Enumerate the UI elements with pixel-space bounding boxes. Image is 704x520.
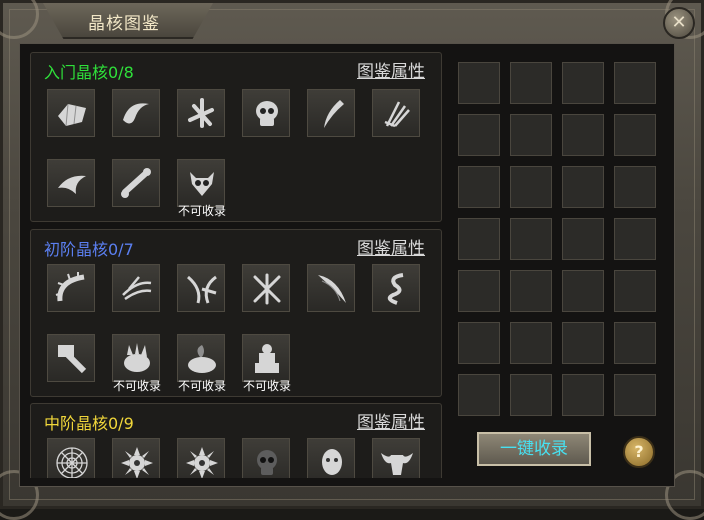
collect-all-button[interactable]: 一键收录 [477,432,591,466]
section-title: 中阶晶核0/9 [44,414,134,433]
section-title: 初阶晶核0/7 [44,240,134,259]
core-item[interactable] [112,438,160,478]
attributes-link[interactable]: 图鉴属性 [357,234,425,259]
not-collectable-label: 不可收录 [177,204,226,218]
core-item[interactable]: 不可收录 [242,334,291,393]
section-title: 入门晶核0/8 [44,63,134,82]
collection-slot[interactable] [562,322,604,364]
core-item[interactable] [47,159,95,207]
collection-slot[interactable] [458,166,500,208]
core-item[interactable] [112,89,160,137]
core-item[interactable] [47,334,95,382]
collection-slot[interactable] [562,374,604,416]
collection-slot[interactable] [458,270,500,312]
help-icon[interactable]: ? [623,436,655,468]
collection-slot[interactable] [458,374,500,416]
collection-slot[interactable] [562,270,604,312]
collection-slot[interactable] [510,322,552,364]
core-item[interactable] [177,438,225,478]
collection-slot[interactable] [562,114,604,156]
core-item[interactable] [372,264,420,312]
core-item[interactable] [307,264,355,312]
collection-slot[interactable] [458,218,500,260]
not-collectable-label: 不可收录 [112,379,161,393]
core-item[interactable] [372,438,420,478]
core-list: 入门晶核0/8 图鉴属性 不可收录 初阶晶核0/7 图鉴属性 不可收录 不可收录不… [30,52,444,478]
collection-slot[interactable] [510,114,552,156]
collection-slot[interactable] [510,374,552,416]
core-item[interactable]: 不可收录 [112,334,161,393]
core-item[interactable] [47,438,95,478]
core-item[interactable] [112,159,160,207]
collection-slot[interactable] [510,166,552,208]
collection-slot[interactable] [562,218,604,260]
core-item[interactable] [307,89,355,137]
codex-window: 晶核图鉴 ✕ 入门晶核0/8 图鉴属性 不可收录 初阶晶核0/7 图鉴属性 不可… [0,0,704,520]
collection-slot[interactable] [614,322,656,364]
collection-slot[interactable] [562,62,604,104]
not-collectable-label: 不可收录 [242,379,291,393]
collection-slot[interactable] [458,322,500,364]
collection-slot[interactable] [562,166,604,208]
collection-slot[interactable] [614,62,656,104]
core-item[interactable]: 不可收录 [177,159,226,218]
collection-slot[interactable] [458,114,500,156]
close-icon[interactable]: ✕ [663,7,695,39]
core-item[interactable] [177,89,225,137]
core-item[interactable] [372,89,420,137]
core-item[interactable]: 不可收录 [177,334,226,393]
section-beginner: 入门晶核0/8 图鉴属性 不可收录 [30,52,442,222]
section-intermediate: 中阶晶核0/9 图鉴属性 [30,403,442,478]
attributes-link[interactable]: 图鉴属性 [357,408,425,433]
content-panel: 入门晶核0/8 图鉴属性 不可收录 初阶晶核0/7 图鉴属性 不可收录 不可收录不… [19,43,675,487]
core-item[interactable] [47,264,95,312]
section-novice: 初阶晶核0/7 图鉴属性 不可收录 不可收录 不可收录 [30,229,442,397]
collection-slot[interactable] [614,270,656,312]
corner-ornament [0,0,39,39]
collection-slot[interactable] [614,166,656,208]
core-item[interactable] [112,264,160,312]
window-title: 晶核图鉴 [88,14,160,34]
core-item[interactable] [307,438,355,478]
core-item[interactable] [242,264,290,312]
core-item[interactable] [177,264,225,312]
collection-slot[interactable] [510,218,552,260]
core-item[interactable] [242,89,290,137]
collection-slot[interactable] [510,62,552,104]
collection-slot[interactable] [614,218,656,260]
collection-slot[interactable] [510,270,552,312]
collection-slot[interactable] [614,114,656,156]
attributes-link[interactable]: 图鉴属性 [357,57,425,82]
core-item[interactable] [242,438,290,478]
not-collectable-label: 不可收录 [177,379,226,393]
collection-slot[interactable] [458,62,500,104]
collection-slot[interactable] [614,374,656,416]
core-item[interactable] [47,89,95,137]
